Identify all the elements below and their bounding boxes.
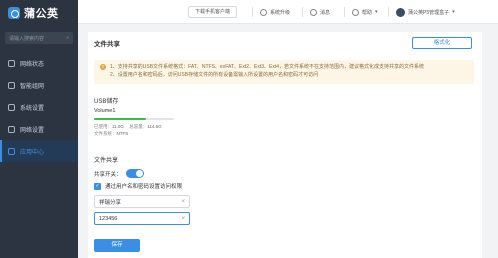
sidebar-item-label: 网络设置: [20, 127, 45, 134]
upgrade-icon: [260, 8, 267, 16]
help-menu[interactable]: 帮助 ▾: [352, 6, 378, 18]
file-system-row: 文件系统：NTFS: [94, 131, 132, 137]
chevron-down-icon: ▾: [452, 9, 455, 15]
save-button[interactable]: 保存: [94, 239, 140, 252]
download-client-button[interactable]: 下载手机客户端: [188, 6, 238, 18]
app-name: 蒲公英: [24, 8, 59, 20]
storage-progress-fill: [94, 118, 146, 120]
sidebar-item-network-settings[interactable]: 网络设置: [0, 118, 78, 140]
clear-icon[interactable]: ×: [181, 199, 185, 205]
divider: [302, 7, 303, 17]
sidebar: 蒲公英 请输入搜索内容 ⌕ 网络状态 智能组网 系统设置 网络设置 应用中心: [0, 0, 78, 258]
share-toggle[interactable]: [125, 169, 144, 178]
used-value: 11.0G: [112, 124, 124, 129]
fs-value: NTFS: [116, 131, 129, 136]
total-value: 114.6G: [147, 124, 162, 129]
messages-button[interactable]: 消息: [310, 6, 330, 18]
sidebar-item-label: 网络状态: [20, 61, 45, 68]
used-label: 已使用：: [94, 124, 112, 129]
volume-name: Volume1: [94, 108, 116, 114]
format-button[interactable]: 格式化: [412, 37, 472, 49]
avatar: [396, 7, 405, 17]
username-value: 祥瑞分享: [99, 199, 122, 206]
network-settings-icon: [8, 125, 15, 133]
system-upgrade-label: 系统升级: [270, 9, 291, 16]
auth-checkbox-row[interactable]: ✓ 通过用户名和密码设置访问权限: [94, 182, 182, 190]
account-label: 蒲公英P5管理盒子: [408, 9, 450, 16]
help-icon: [352, 8, 359, 16]
search-icon: ⌕: [66, 35, 69, 41]
divider: [388, 7, 389, 17]
share-switch-row: 共享开关：: [94, 169, 144, 178]
search-placeholder: 请输入搜索内容: [9, 35, 45, 42]
main-content: 文件共享 格式化 ! 1、支持共享的USB文件系统格式：FAT、NTFS、exF…: [88, 32, 482, 258]
notice-box: ! 1、支持共享的USB文件系统格式：FAT、NTFS、exFAT、Ext2、E…: [94, 60, 474, 84]
auth-checkbox[interactable]: ✓: [94, 182, 101, 190]
system-upgrade-button[interactable]: 系统升级: [260, 6, 290, 18]
app-logo[interactable]: 蒲公英: [0, 0, 78, 26]
page-title: 文件共享: [94, 41, 120, 48]
storage-usage-row: 已使用：11.0G 总容量：114.6G: [94, 124, 166, 130]
sidebar-item-network-status[interactable]: 网络状态: [0, 52, 78, 74]
sidebar-search-input[interactable]: 请输入搜索内容 ⌕: [5, 32, 73, 44]
total-label: 总容量：: [129, 124, 148, 129]
warning-icon: !: [100, 64, 106, 70]
messages-label: 消息: [320, 9, 331, 16]
password-field[interactable]: 123456 ×: [94, 212, 190, 225]
clear-icon[interactable]: ×: [181, 216, 185, 222]
network-status-icon: [8, 59, 15, 67]
password-value: 123456: [99, 215, 118, 222]
auth-checkbox-label: 通过用户名和密码设置访问权限: [105, 184, 183, 190]
dandelion-logo-icon: [8, 7, 20, 19]
chevron-down-icon: ▾: [375, 9, 378, 15]
sidebar-item-label: 系统设置: [20, 105, 45, 112]
top-bar: 下载手机客户端 系统升级 消息 帮助 ▾ 蒲公英P5管理盒子 ▾: [78, 0, 498, 24]
sidebar-item-smart-network[interactable]: 智能组网: [0, 74, 78, 96]
sidebar-item-label: 应用中心: [20, 149, 45, 156]
app-center-icon: [8, 147, 15, 155]
storage-progress-bar: [94, 118, 174, 120]
sidebar-item-system-settings[interactable]: 系统设置: [0, 96, 78, 118]
bell-icon: [310, 8, 317, 16]
share-switch-label: 共享开关：: [94, 171, 122, 178]
file-share-title: 文件共享: [94, 158, 119, 164]
notice-line-2: 2、设置用户名和密码后，访问USB存储文件的所有设备需输入所设置的用户名和密码才…: [110, 72, 319, 78]
notice-line-1: 1、支持共享的USB文件系统格式：FAT、NTFS、exFAT、Ext2、Ext…: [110, 64, 425, 70]
usb-storage-title: USB储存: [94, 99, 119, 105]
divider: [344, 7, 345, 17]
system-settings-icon: [8, 103, 15, 111]
smart-network-icon: [8, 81, 15, 89]
fs-label: 文件系统：: [94, 131, 117, 136]
sidebar-item-label: 智能组网: [20, 83, 45, 90]
username-field[interactable]: 祥瑞分享 ×: [94, 195, 190, 208]
sidebar-item-app-center[interactable]: 应用中心: [0, 140, 78, 162]
account-menu[interactable]: 蒲公英P5管理盒子 ▾: [396, 6, 455, 18]
help-label: 帮助: [362, 9, 373, 16]
divider: [252, 7, 253, 17]
